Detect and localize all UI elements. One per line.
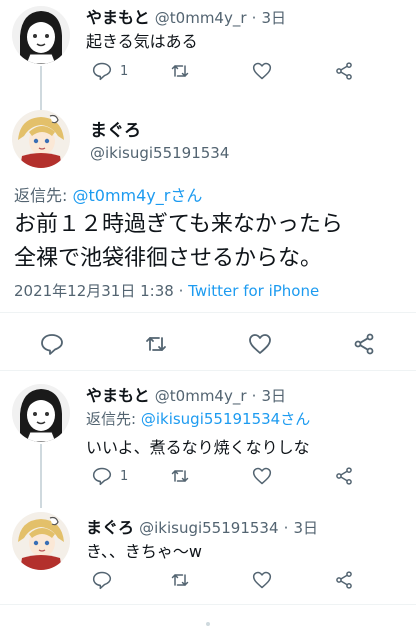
retweet-button[interactable] [170, 61, 190, 81]
tweet-text: いいよ、煮るなり焼くなりしな [86, 438, 310, 457]
divider [0, 604, 416, 605]
author-handle[interactable]: @t0mm4y_r [155, 9, 247, 27]
share-icon [336, 467, 352, 485]
retweet-icon [146, 337, 166, 351]
reply-to-line: 返信先: @ikisugi55191534さん [86, 408, 310, 429]
author-name[interactable]: まぐろ [86, 518, 134, 537]
share-button[interactable] [334, 61, 354, 81]
avatar-maguro[interactable] [12, 110, 70, 168]
like-icon [252, 467, 272, 485]
share-button[interactable] [334, 570, 354, 590]
reply-button[interactable]: 1 [92, 466, 128, 486]
like-icon [252, 571, 272, 589]
divider [0, 370, 416, 371]
main-tweet-line1: お前１２時過ぎても来なかったら [14, 212, 343, 237]
like-button[interactable] [252, 61, 272, 81]
like-icon [252, 62, 272, 80]
reply-label: 返信先: [86, 410, 137, 428]
reply-target-link[interactable]: @t0mm4y_rさん [73, 186, 203, 205]
share-icon [354, 333, 374, 355]
author-name[interactable]: やまもと [86, 386, 150, 405]
reply-icon [92, 62, 112, 81]
tweet3-header: やまもと @t0mm4y_r · 3日 [86, 382, 286, 406]
tweet-time[interactable]: 3日 [262, 387, 287, 405]
like-button[interactable] [252, 570, 272, 590]
reply-button[interactable]: 1 [92, 61, 128, 81]
reply-icon [92, 467, 112, 486]
loading-dot [206, 622, 210, 626]
reply-count: 1 [120, 63, 129, 79]
divider [0, 312, 416, 313]
separator-dot: · [178, 282, 184, 300]
author-handle[interactable]: @ikisugi55191534 [139, 519, 278, 537]
like-button[interactable] [252, 466, 272, 486]
main-author-name[interactable]: まぐろ [90, 116, 141, 141]
main-retweet-button[interactable] [144, 332, 168, 356]
thread-connector [40, 444, 42, 508]
tweet1-header: やまもと @t0mm4y_r · 3日 [86, 4, 286, 28]
tweet-text: き、、きちゃ〜w [86, 542, 202, 561]
share-icon [336, 62, 352, 80]
main-tweet-line2: 全裸で池袋徘徊させるからな。 [14, 246, 323, 271]
author-handle[interactable]: @t0mm4y_r [155, 387, 247, 405]
reply-target-link[interactable]: @ikisugi55191534さん [141, 410, 310, 428]
main-reply-button[interactable] [40, 332, 64, 356]
tweet-source[interactable]: Twitter for iPhone [188, 282, 319, 300]
main-share-button[interactable] [352, 332, 376, 356]
retweet-button[interactable] [170, 570, 190, 590]
thread-connector [40, 66, 42, 102]
reply-count: 1 [120, 468, 129, 484]
share-button[interactable] [334, 466, 354, 486]
share-icon [336, 571, 352, 589]
tweet-time[interactable]: 3日 [262, 9, 287, 27]
avatar-maguro[interactable] [12, 512, 70, 570]
author-name[interactable]: やまもと [86, 8, 150, 27]
reply-button[interactable] [92, 570, 112, 590]
separator-dot: · [251, 9, 257, 27]
separator-dot: · [283, 519, 289, 537]
reply-icon [92, 571, 112, 590]
thread-connector [40, 102, 42, 110]
tweet-text: 起きる気はある [86, 32, 198, 51]
avatar-yamamoto[interactable] [12, 384, 70, 442]
retweet-icon [171, 470, 189, 482]
reply-to-line: 返信先: @t0mm4y_rさん [14, 182, 202, 206]
reply-label: 返信先: [14, 186, 68, 205]
avatar-yamamoto[interactable] [12, 6, 70, 64]
like-icon [249, 334, 271, 354]
retweet-button[interactable] [170, 466, 190, 486]
separator-dot: · [251, 387, 257, 405]
tweet-time[interactable]: 3日 [293, 519, 318, 537]
main-like-button[interactable] [248, 332, 272, 356]
tweet-date[interactable]: 2021年12月31日 1:38 [14, 282, 174, 300]
main-author-handle[interactable]: @ikisugi55191534 [90, 144, 229, 162]
retweet-icon [171, 65, 189, 77]
tweet4-header: まぐろ @ikisugi55191534 · 3日 [86, 514, 318, 538]
tweet-timestamp: 2021年12月31日 1:38 · Twitter for iPhone [14, 280, 319, 301]
reply-icon [41, 334, 63, 355]
retweet-icon [171, 574, 189, 586]
